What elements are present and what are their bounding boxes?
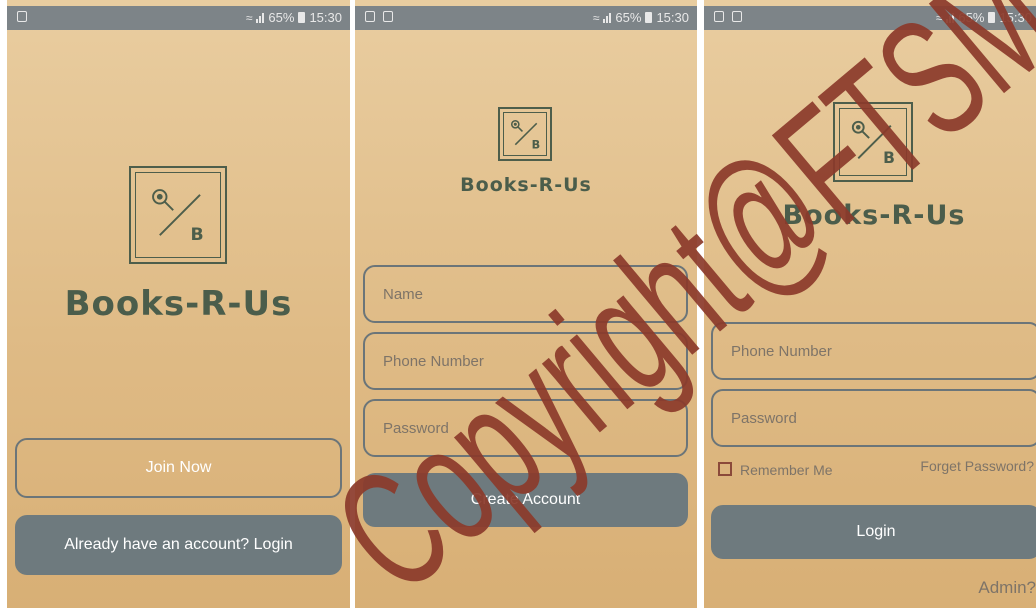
login-link-button[interactable]: Already have an account? Login <box>15 515 342 575</box>
status-indicators: ≈ 65% 15:30 <box>936 10 1032 25</box>
clock: 15:30 <box>309 10 342 25</box>
battery-percent: 65% <box>958 10 985 25</box>
brand-title: Books-R-Us <box>64 284 293 324</box>
battery-percent: 65% <box>615 10 642 25</box>
battery-icon <box>645 12 653 23</box>
join-now-button[interactable]: Join Now <box>15 438 342 498</box>
logo-letter: B <box>883 149 895 167</box>
screenshot-icon <box>365 11 375 22</box>
password-field[interactable]: Password <box>711 389 1036 447</box>
screen-register: ≈ 65% 15:30 B Books-R-Us Name Phone Numb… <box>355 0 697 608</box>
remember-me-label: Remember Me <box>740 462 833 478</box>
battery-icon <box>298 12 306 23</box>
clock: 15:30 <box>656 10 689 25</box>
phone-number-field[interactable]: Phone Number <box>711 322 1036 380</box>
status-bar: ≈ 65% 15:30 <box>355 6 697 30</box>
magnifier-slash-icon: B <box>851 120 895 167</box>
phone-number-field[interactable]: Phone Number <box>363 332 688 390</box>
screen-welcome: ≈ 65% 15:30 B Books-R-Us Join Now Alread… <box>7 0 350 608</box>
app-logo: B <box>129 166 227 264</box>
admin-link[interactable]: Admin? <box>978 578 1036 598</box>
login-button[interactable]: Login <box>711 505 1036 559</box>
screenshot-icon <box>714 11 724 22</box>
app-logo: B <box>498 107 552 161</box>
notification-icon <box>17 11 27 22</box>
notification-icon <box>732 11 742 22</box>
status-bar: ≈ 65% 15:30 <box>7 6 350 30</box>
battery-icon <box>988 12 996 23</box>
clock: 15:30 <box>999 10 1032 25</box>
name-field[interactable]: Name <box>363 265 688 323</box>
app-logo: B <box>833 102 913 182</box>
status-indicators: ≈ 65% 15:30 <box>246 10 342 25</box>
signal-icon <box>256 12 265 23</box>
remember-me-checkbox[interactable] <box>718 462 732 476</box>
password-field[interactable]: Password <box>363 399 688 457</box>
create-account-button[interactable]: Create Account <box>363 473 688 527</box>
magnifier-slash-icon: B <box>152 189 204 245</box>
screen-login: ≈ 65% 15:30 B Books-R-Us Phone Number Pa… <box>704 0 1036 608</box>
notification-icon <box>383 11 393 22</box>
wifi-icon: ≈ <box>245 10 253 25</box>
logo-letter: B <box>190 225 203 245</box>
brand-title: Books-R-Us <box>782 200 966 231</box>
battery-percent: 65% <box>268 10 295 25</box>
signal-icon <box>603 12 612 23</box>
wifi-icon: ≈ <box>592 10 600 25</box>
logo-letter: B <box>532 138 541 151</box>
status-indicators: ≈ 65% 15:30 <box>593 10 689 25</box>
status-bar: ≈ 65% 15:30 <box>704 6 1036 30</box>
brand-title: Books-R-Us <box>460 174 592 196</box>
signal-icon <box>946 12 955 23</box>
magnifier-slash-icon: B <box>510 119 541 151</box>
wifi-icon: ≈ <box>935 10 943 25</box>
forget-password-link[interactable]: Forget Password? <box>920 458 1034 474</box>
